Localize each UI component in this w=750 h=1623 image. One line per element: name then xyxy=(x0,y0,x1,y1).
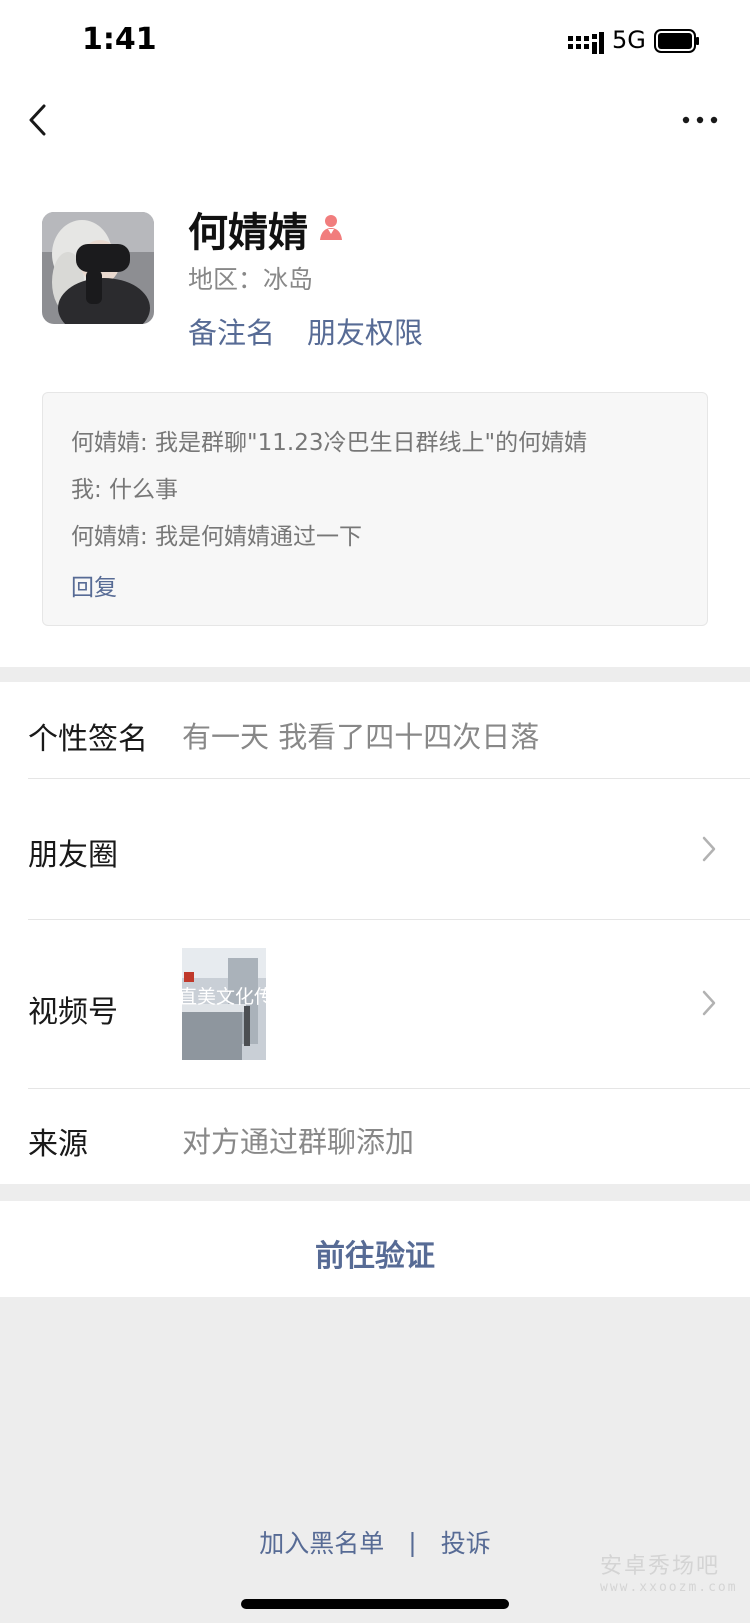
network-type: 5G xyxy=(612,26,646,54)
status-bar: 1:41 5G xyxy=(0,0,750,84)
source-value: 对方通过群聊添加 xyxy=(182,1125,415,1159)
profile-name: 何婧婧 xyxy=(188,210,308,256)
signature-row: 个性签名 有一天 我看了四十四次日落 xyxy=(0,682,750,778)
female-icon xyxy=(320,215,342,240)
chevron-right-icon xyxy=(702,836,716,862)
watermark: 安卓秀场吧 xyxy=(600,1554,721,1579)
source-row: 来源 对方通过群聊添加 xyxy=(0,1089,750,1184)
moments-label: 朋友圈 xyxy=(28,838,118,873)
avatar[interactable] xyxy=(42,212,154,324)
watermark-url: www.xxoozm.com xyxy=(600,1580,738,1595)
info-list: 个性签名 有一天 我看了四十四次日落 朋友圈 视频号 直美文化传 来源 对方通过… xyxy=(0,682,750,1184)
chevron-right-icon xyxy=(702,990,716,1016)
reply-link[interactable]: 回复 xyxy=(71,568,117,602)
battery-icon xyxy=(654,29,699,53)
verification-message: 我: 什么事 xyxy=(71,477,179,503)
divider xyxy=(28,919,750,920)
signature-value: 有一天 我看了四十四次日落 xyxy=(182,720,540,754)
signal-icon xyxy=(568,32,604,54)
source-label: 来源 xyxy=(28,1127,88,1162)
friend-permissions-link[interactable]: 朋友权限 xyxy=(307,310,423,352)
verification-message: 何婧婧: 我是群聊"11.23冷巴生日群线上"的何婧婧 xyxy=(71,430,588,456)
go-verify-label: 前往验证 xyxy=(315,1239,435,1274)
channels-thumbnail[interactable]: 直美文化传 xyxy=(182,948,266,1060)
home-indicator[interactable] xyxy=(241,1599,509,1609)
footer-separator: | xyxy=(408,1527,417,1557)
moments-row[interactable]: 朋友圈 xyxy=(0,779,750,919)
chevron-left-icon[interactable] xyxy=(22,98,56,142)
channels-label: 视频号 xyxy=(28,995,118,1030)
report-link[interactable]: 投诉 xyxy=(441,1524,491,1560)
status-time: 1:41 xyxy=(82,22,157,57)
signature-label: 个性签名 xyxy=(28,722,148,757)
add-to-blacklist-link[interactable]: 加入黑名单 xyxy=(259,1524,384,1560)
more-dots-icon[interactable] xyxy=(680,106,720,134)
profile-region: 地区：冰岛 xyxy=(188,265,314,294)
thumbnail-caption: 直美文化传 xyxy=(182,986,266,1008)
set-remark-link[interactable]: 备注名 xyxy=(188,310,275,352)
verification-message-box: 何婧婧: 我是群聊"11.23冷巴生日群线上"的何婧婧 我: 什么事 何婧婧: … xyxy=(42,392,708,626)
verification-message: 何婧婧: 我是何婧婧通过一下 xyxy=(71,524,363,550)
profile-header-panel: 1:41 5G 何婧婧 地区：冰岛 备注名 朋友权限 何婧婧: 我是群聊"11.… xyxy=(0,0,750,667)
go-verify-button[interactable]: 前往验证 xyxy=(0,1201,750,1297)
